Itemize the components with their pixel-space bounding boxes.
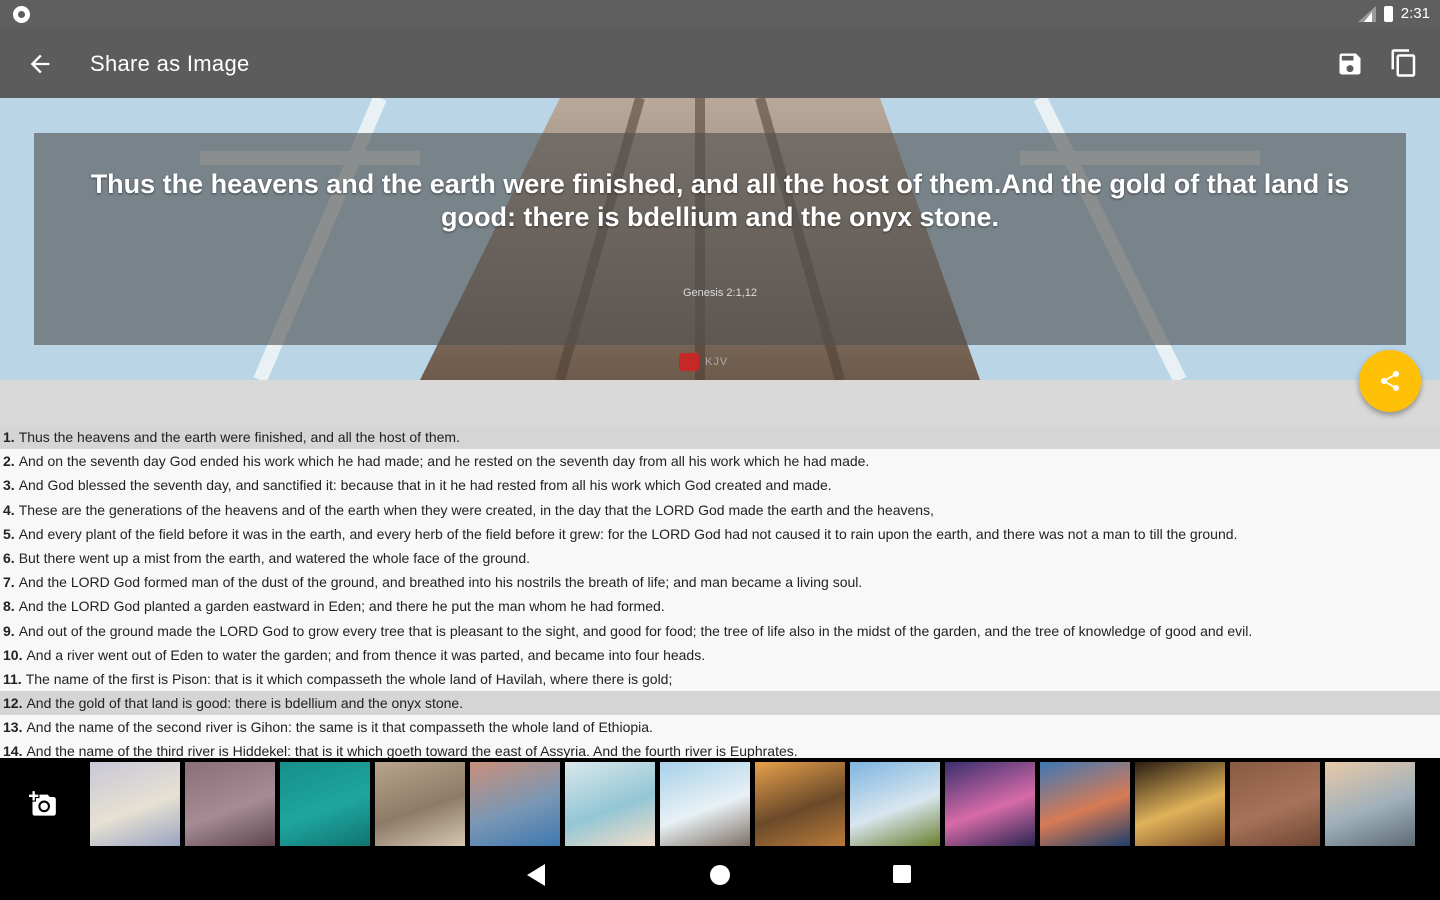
verse-text: And the LORD God planted a garden eastwa… <box>18 598 665 615</box>
verse-row[interactable]: 9. And out of the ground made the LORD Go… <box>0 619 1440 643</box>
background-thumbnail-bokeh[interactable] <box>1135 762 1225 846</box>
verse-text: And out of the ground made the LORD God … <box>18 622 1253 639</box>
verse-text: And every plant of the field before it w… <box>18 525 1238 542</box>
status-bar: 2:31 <box>0 0 1440 28</box>
arrow-back-icon[interactable] <box>26 50 54 78</box>
verse-number: 11. <box>3 670 22 687</box>
verse-number: 9. <box>3 622 15 639</box>
verse-row[interactable]: 14. And the name of the third river is Hi… <box>0 739 1440 758</box>
verse-quote: Thus the heavens and the earth were fini… <box>90 169 1350 232</box>
verse-text: And the name of the third river is Hidde… <box>26 743 798 758</box>
verse-text: And on the seventh day God ended his wor… <box>18 453 870 470</box>
app-bar: Share as Image <box>0 28 1440 98</box>
notification-icon <box>13 6 30 23</box>
verse-row[interactable]: 12. And the gold of that land is good: th… <box>0 691 1440 716</box>
verse-number: 1. <box>3 429 15 445</box>
verse-number: 14. <box>3 743 23 758</box>
nav-recents-icon[interactable] <box>893 865 911 883</box>
verse-text: These are the generations of the heavens… <box>18 501 934 518</box>
verse-text: But there went up a mist from the earth,… <box>18 549 530 566</box>
background-thumbnail-sea-dusk[interactable] <box>1040 762 1130 846</box>
battery-icon <box>1383 5 1393 22</box>
background-thumbnail-field-sky[interactable] <box>850 762 940 846</box>
status-icons: 2:31 <box>1357 5 1430 22</box>
verse-number: 2. <box>3 453 15 470</box>
verse-row[interactable]: 1. Thus the heavens and the earth were fi… <box>0 425 1440 450</box>
verse-number: 12. <box>3 695 23 712</box>
background-thumbnail-pebbles[interactable] <box>375 762 465 846</box>
verse-row[interactable]: 2. And on the seventh day God ended his w… <box>0 449 1440 473</box>
verse-row[interactable]: 5. And every plant of the field before it… <box>0 522 1440 546</box>
verse-text: Thus the heavens and the earth were fini… <box>18 429 460 445</box>
verse-text: And the gold of that land is good: there… <box>26 695 464 712</box>
image-preview: Thus the heavens and the earth were fini… <box>0 98 1440 380</box>
verse-text: And the name of the second river is Giho… <box>26 719 653 736</box>
save-icon[interactable] <box>1336 50 1364 78</box>
background-thumbnail-purple-texture[interactable] <box>185 762 275 846</box>
verse-row[interactable]: 8. And the LORD God planted a garden east… <box>0 594 1440 618</box>
verse-number: 5. <box>3 525 15 542</box>
verse-text: And the LORD God formed man of the dust … <box>18 574 863 591</box>
page-title: Share as Image <box>90 51 250 76</box>
background-thumbnail-blossoms[interactable] <box>90 762 180 846</box>
background-thumbnail-teal-pattern[interactable] <box>280 762 370 846</box>
verse-number: 13. <box>3 719 23 736</box>
verse-row[interactable]: 3. And God blessed the seventh day, and s… <box>0 473 1440 497</box>
share-icon <box>1381 371 1399 391</box>
background-picker <box>0 758 1440 850</box>
verse-text: The name of the first is Pison: that is … <box>25 670 673 687</box>
verse-reference: Genesis 2:1,12 <box>683 287 757 299</box>
verse-row[interactable]: 10. And a river went out of Eden to water… <box>0 643 1440 667</box>
watermark: KJV <box>679 353 728 371</box>
verse-number: 7. <box>3 574 15 591</box>
verse-row[interactable]: 11. The name of the first is Pison: that … <box>0 667 1440 691</box>
signal-icon <box>1357 5 1376 22</box>
verse-row[interactable]: 7. And the LORD God formed man of the dus… <box>0 570 1440 594</box>
verse-number: 6. <box>3 549 15 566</box>
copy-icon[interactable] <box>1389 48 1419 78</box>
background-thumbnail-abstract-light[interactable] <box>565 762 655 846</box>
background-thumbnail-pier[interactable] <box>660 762 750 846</box>
add-photo-icon[interactable] <box>28 790 58 818</box>
background-thumbnail-rail-sunset[interactable] <box>755 762 845 846</box>
background-thumbnail-brick[interactable] <box>1230 762 1320 846</box>
verse-text: And God blessed the seventh day, and san… <box>18 477 832 494</box>
verse-row[interactable]: 13. And the name of the second river is G… <box>0 715 1440 739</box>
verse-number: 10. <box>3 646 23 663</box>
verse-number: 3. <box>3 477 15 494</box>
thumbnail-list <box>90 762 1415 846</box>
verse-row[interactable]: 6. But there went up a mist from the eart… <box>0 546 1440 570</box>
verse-number: 4. <box>3 501 15 518</box>
status-time: 2:31 <box>1400 5 1430 22</box>
verse-text: And a river went out of Eden to water th… <box>26 646 706 663</box>
verse-overlay <box>34 133 1406 345</box>
background-thumbnail-gradient[interactable] <box>470 762 560 846</box>
verse-list: 1. Thus the heavens and the earth were fi… <box>0 425 1440 758</box>
app-logo-icon <box>679 353 699 371</box>
background-thumbnail-lighthouse[interactable] <box>1325 762 1415 846</box>
watermark-text: KJV <box>705 356 729 368</box>
nav-back-icon[interactable] <box>527 864 547 891</box>
verse-row[interactable]: 4. These are the generations of the heave… <box>0 498 1440 522</box>
system-nav-bar <box>0 850 1440 900</box>
share-button[interactable] <box>1359 350 1421 412</box>
background-thumbnail-purple-sunset[interactable] <box>945 762 1035 846</box>
nav-home-icon[interactable] <box>710 865 730 885</box>
verse-number: 8. <box>3 598 15 615</box>
